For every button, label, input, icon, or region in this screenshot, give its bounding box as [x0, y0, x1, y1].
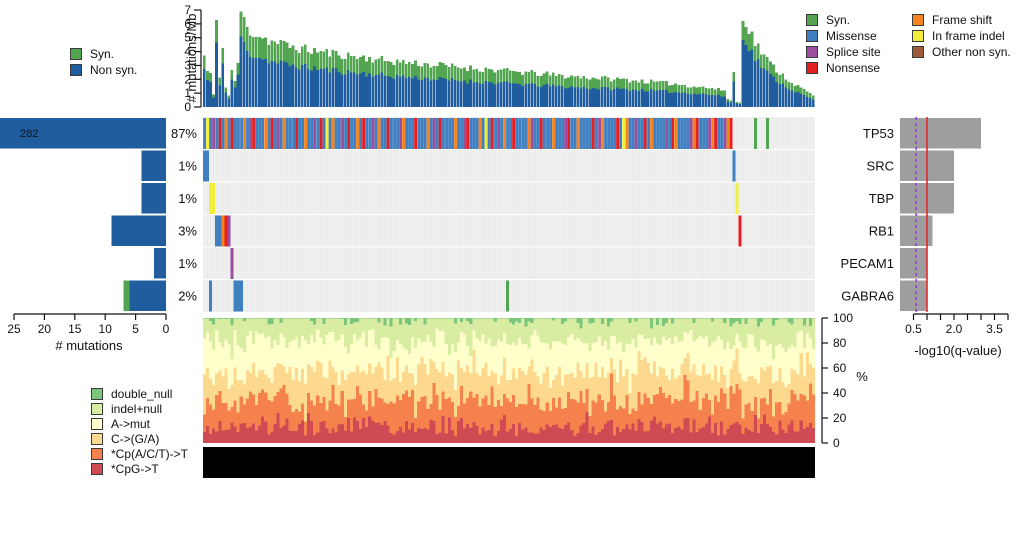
legend-item: *Cp(A/C/T)->T: [91, 446, 188, 461]
qvalue-axis-title: -log10(q-value): [878, 343, 1020, 358]
comut-matrix: [203, 117, 815, 312]
spectrum_CpG_T-swatch-icon: [91, 463, 103, 475]
qvalue-bar-PECAM1: [900, 248, 927, 279]
gene-mutation-count-chart: 87% 1% 1% 3% 1% 2% 282: [0, 118, 197, 311]
sample-name-strip: [203, 447, 815, 478]
othernonsyn-swatch-icon: [912, 46, 924, 58]
mutation-rate-chart: [203, 11, 815, 107]
legend-item: Splice site: [806, 44, 881, 60]
legend-item: Non syn.: [70, 62, 137, 78]
legend-label: A->mut: [111, 417, 150, 431]
percent-label-SRC: 1%: [178, 158, 197, 173]
svg-text:0: 0: [163, 322, 170, 336]
legend-label: indel+null: [111, 402, 162, 416]
legend-label: Nonsense: [826, 61, 880, 75]
legend-label: Syn.: [90, 47, 114, 61]
spectrum_C_GA-swatch-icon: [91, 433, 103, 445]
nonsense-swatch-icon: [806, 62, 818, 74]
spectrum_indel_null-swatch-icon: [91, 403, 103, 415]
legend-item: Nonsense: [806, 60, 881, 76]
legend-label: Syn.: [826, 13, 850, 27]
svg-text:60: 60: [833, 361, 847, 375]
frameshift-swatch-icon: [912, 14, 924, 26]
legend-item: Missense: [806, 28, 881, 44]
gene-label-RB1: RB1: [869, 223, 894, 238]
qvalue-chart: TP53 SRC TBP RB1 PECAM1 GABRA6: [841, 117, 981, 312]
percent-label-TBP: 1%: [178, 191, 197, 206]
spectrum_A_mut-swatch-icon: [91, 418, 103, 430]
nonsyn-swatch-icon: [70, 64, 82, 76]
tp53-count-label: 282: [20, 128, 38, 140]
legend-item: Syn.: [806, 12, 881, 28]
legend-label: Frame shift: [932, 13, 992, 27]
svg-text:20: 20: [38, 322, 52, 336]
svg-text:15: 15: [68, 322, 82, 336]
gene-label-SRC: SRC: [867, 158, 894, 173]
spectrum-axis-title: %: [852, 369, 872, 384]
count-bar-GABRA6: [130, 280, 166, 311]
count-bar-RB1: [111, 215, 166, 246]
legend-label: *Cp(A/C/T)->T: [111, 447, 188, 461]
legend-item: C->(G/A): [91, 431, 188, 446]
svg-text:40: 40: [833, 386, 847, 400]
legend-item: Frame shift: [912, 12, 1011, 28]
legend-mutation-spectrum: double_nullindel+nullA->mutC->(G/A)*Cp(A…: [91, 386, 188, 476]
comut-figure: 0123456787%1%1%3%1%2%2822520151050TP53SR…: [0, 0, 1020, 552]
svg-text:100: 100: [833, 311, 853, 325]
legend-item: double_null: [91, 386, 188, 401]
legend-label: C->(G/A): [111, 432, 159, 446]
syn-swatch-icon: [70, 48, 82, 60]
legend-label: Non syn.: [90, 63, 137, 77]
spectrum_double_null-swatch-icon: [91, 388, 103, 400]
legend-label: double_null: [111, 387, 172, 401]
legend-item: Other non syn.: [912, 44, 1011, 60]
legend-label: In frame indel: [932, 29, 1005, 43]
percent-label-PECAM1: 1%: [178, 256, 197, 271]
syn-swatch-icon: [806, 14, 818, 26]
spectrum_CpACT_T-swatch-icon: [91, 448, 103, 460]
legend-label: Missense: [826, 29, 877, 43]
percent-label-GABRA6: 2%: [178, 288, 197, 303]
splice-swatch-icon: [806, 46, 818, 58]
count-x-axis: 25 20 15 10 5 0: [7, 314, 169, 336]
missense-swatch-icon: [806, 30, 818, 42]
qvalue-bar-GABRA6: [900, 280, 927, 311]
svg-text:3.5: 3.5: [986, 322, 1003, 336]
mutation-spectrum-chart: [203, 318, 815, 443]
gene-label-GABRA6: GABRA6: [841, 288, 894, 303]
svg-text:2.0: 2.0: [946, 322, 963, 336]
gene-label-TBP: TBP: [869, 191, 894, 206]
svg-text:5: 5: [132, 322, 139, 336]
legend-syn-nonsyn: Syn. Non syn.: [70, 46, 137, 78]
svg-text:25: 25: [7, 322, 21, 336]
spectrum-y-axis: 0 20 40 60 80 100: [822, 311, 853, 450]
legend-item: Syn.: [70, 46, 137, 62]
legend-item: A->mut: [91, 416, 188, 431]
svg-text:20: 20: [833, 411, 847, 425]
count-bar-TBP: [142, 183, 166, 214]
count-bar-SRC: [142, 150, 166, 181]
svg-text:80: 80: [833, 336, 847, 350]
legend-label: Other non syn.: [932, 45, 1011, 59]
legend-mutation-types-col2: Frame shift In frame indel Other non syn.: [912, 12, 1011, 60]
inframe-swatch-icon: [912, 30, 924, 42]
legend-item: In frame indel: [912, 28, 1011, 44]
percent-label-RB1: 3%: [178, 223, 197, 238]
legend-label: *CpG->T: [111, 462, 159, 476]
svg-text:10: 10: [99, 322, 113, 336]
legend-mutation-types-col1: Syn. Missense Splice site Nonsense: [806, 12, 881, 76]
svg-text:0: 0: [833, 436, 840, 450]
legend-label: Splice site: [826, 45, 881, 59]
legend-item: indel+null: [91, 401, 188, 416]
gene-label-PECAM1: PECAM1: [841, 256, 894, 271]
qvalue-bar-TP53: [900, 118, 981, 149]
legend-item: *CpG->T: [91, 461, 188, 476]
percent-label-TP53: 87%: [171, 126, 197, 141]
gene-label-TP53: TP53: [863, 126, 894, 141]
rate-axis-title: # mutations/Mb: [142, 8, 242, 108]
count-bar-PECAM1: [154, 248, 166, 279]
qvalue-x-axis: 0.5 2.0 3.5: [905, 314, 1008, 336]
mutation-count-axis-title: # mutations: [28, 338, 150, 353]
svg-text:0.5: 0.5: [905, 322, 922, 336]
